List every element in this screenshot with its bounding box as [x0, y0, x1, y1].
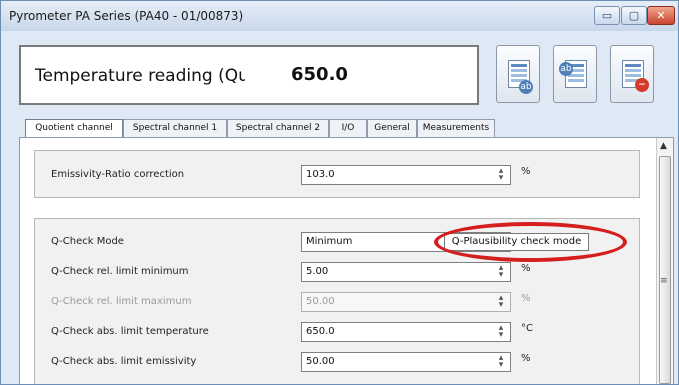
q-check-abs-temp-unit: °C	[521, 323, 533, 334]
tab-io[interactable]: I/O	[329, 119, 367, 137]
tab-content-panel: Emissivity-Ratio correction 103.0 ▴ ▾ % Q…	[19, 137, 674, 384]
q-check-abs-temp-stepper[interactable]: ▴ ▾	[495, 324, 507, 340]
q-check-rel-max-stepper: ▴ ▾	[498, 293, 504, 310]
emissivity-group: Emissivity-Ratio correction 103.0 ▴ ▾ %	[34, 150, 640, 198]
temperature-reading-label: Temperature reading (Qu	[35, 66, 245, 86]
q-check-rel-max-row: Q-Check rel. limit maximum 50.00 ▴ ▾ %	[35, 287, 639, 317]
q-check-rel-max-input: 50.00	[301, 292, 511, 312]
tab-general[interactable]: General	[367, 119, 417, 137]
scrollbar-grip-icon: ≡	[660, 276, 668, 286]
scrollbar-thumb[interactable]	[659, 156, 671, 384]
app-window: Pyrometer PA Series (PA40 - 01/00873) ▭ …	[0, 0, 679, 385]
window-title: Pyrometer PA Series (PA40 - 01/00873)	[9, 9, 244, 23]
tab-spectral-channel-2[interactable]: Spectral channel 2	[227, 119, 329, 137]
maximize-button[interactable]: ▢	[621, 6, 647, 25]
vertical-scrollbar[interactable]: ▲ ≡	[656, 138, 673, 384]
tab-measurements[interactable]: Measurements	[417, 119, 495, 137]
temperature-reading-value: 650.0	[291, 64, 348, 85]
q-check-mode-label: Q-Check Mode	[51, 236, 124, 247]
q-check-abs-emissivity-input[interactable]: 50.00	[301, 352, 511, 372]
temperature-readout-panel: Temperature reading (Qu 650.0	[19, 45, 479, 105]
q-check-rel-min-unit: %	[521, 263, 531, 274]
tab-spectral-channel-1[interactable]: Spectral channel 1	[123, 119, 227, 137]
spreadsheet-delete-badge: −	[635, 78, 649, 92]
q-check-abs-temp-row: Q-Check abs. limit temperature 650.0 ▴ ▾ …	[35, 317, 639, 347]
q-check-rel-max-label: Q-Check rel. limit maximum	[51, 296, 192, 307]
q-check-abs-emissivity-label: Q-Check abs. limit emissivity	[51, 356, 197, 367]
q-check-abs-temp-label: Q-Check abs. limit temperature	[51, 326, 209, 337]
spreadsheet-edit-button[interactable]: ab	[496, 45, 540, 103]
q-check-rel-max-unit: %	[521, 293, 531, 304]
highlight-ellipse	[434, 222, 627, 262]
q-check-abs-temp-input[interactable]: 650.0	[301, 322, 511, 342]
emissivity-ratio-input[interactable]: 103.0	[301, 165, 511, 185]
q-check-rel-min-stepper[interactable]: ▴ ▾	[495, 264, 507, 280]
q-check-abs-emissivity-unit: %	[521, 353, 531, 364]
emissivity-ratio-stepper[interactable]: ▴ ▾	[495, 167, 507, 183]
minimize-button[interactable]: ▭	[594, 6, 620, 25]
emissivity-ratio-row: Emissivity-Ratio correction 103.0 ▴ ▾ %	[35, 160, 639, 190]
q-check-rel-min-label: Q-Check rel. limit minimum	[51, 266, 189, 277]
spreadsheet-delete-button[interactable]: −	[610, 45, 654, 103]
emissivity-ratio-label: Emissivity-Ratio correction	[51, 169, 185, 180]
title-bar[interactable]: Pyrometer PA Series (PA40 - 01/00873) ▭ …	[1, 1, 678, 31]
spreadsheet-edit-badge: ab	[519, 80, 533, 94]
emissivity-ratio-unit: %	[521, 166, 531, 177]
q-check-abs-emissivity-stepper[interactable]: ▴ ▾	[495, 354, 507, 370]
spreadsheet-transfer-badge: ab	[559, 62, 573, 76]
scroll-up-icon[interactable]: ▲	[660, 141, 667, 151]
q-check-rel-min-input[interactable]: 5.00	[301, 262, 511, 282]
tab-quotient-channel[interactable]: Quotient channel	[25, 119, 123, 138]
spreadsheet-transfer-button[interactable]: ab	[553, 45, 597, 103]
close-button[interactable]: ✕	[647, 6, 675, 25]
q-check-abs-emissivity-row: Q-Check abs. limit emissivity 50.00 ▴ ▾ %	[35, 347, 639, 377]
